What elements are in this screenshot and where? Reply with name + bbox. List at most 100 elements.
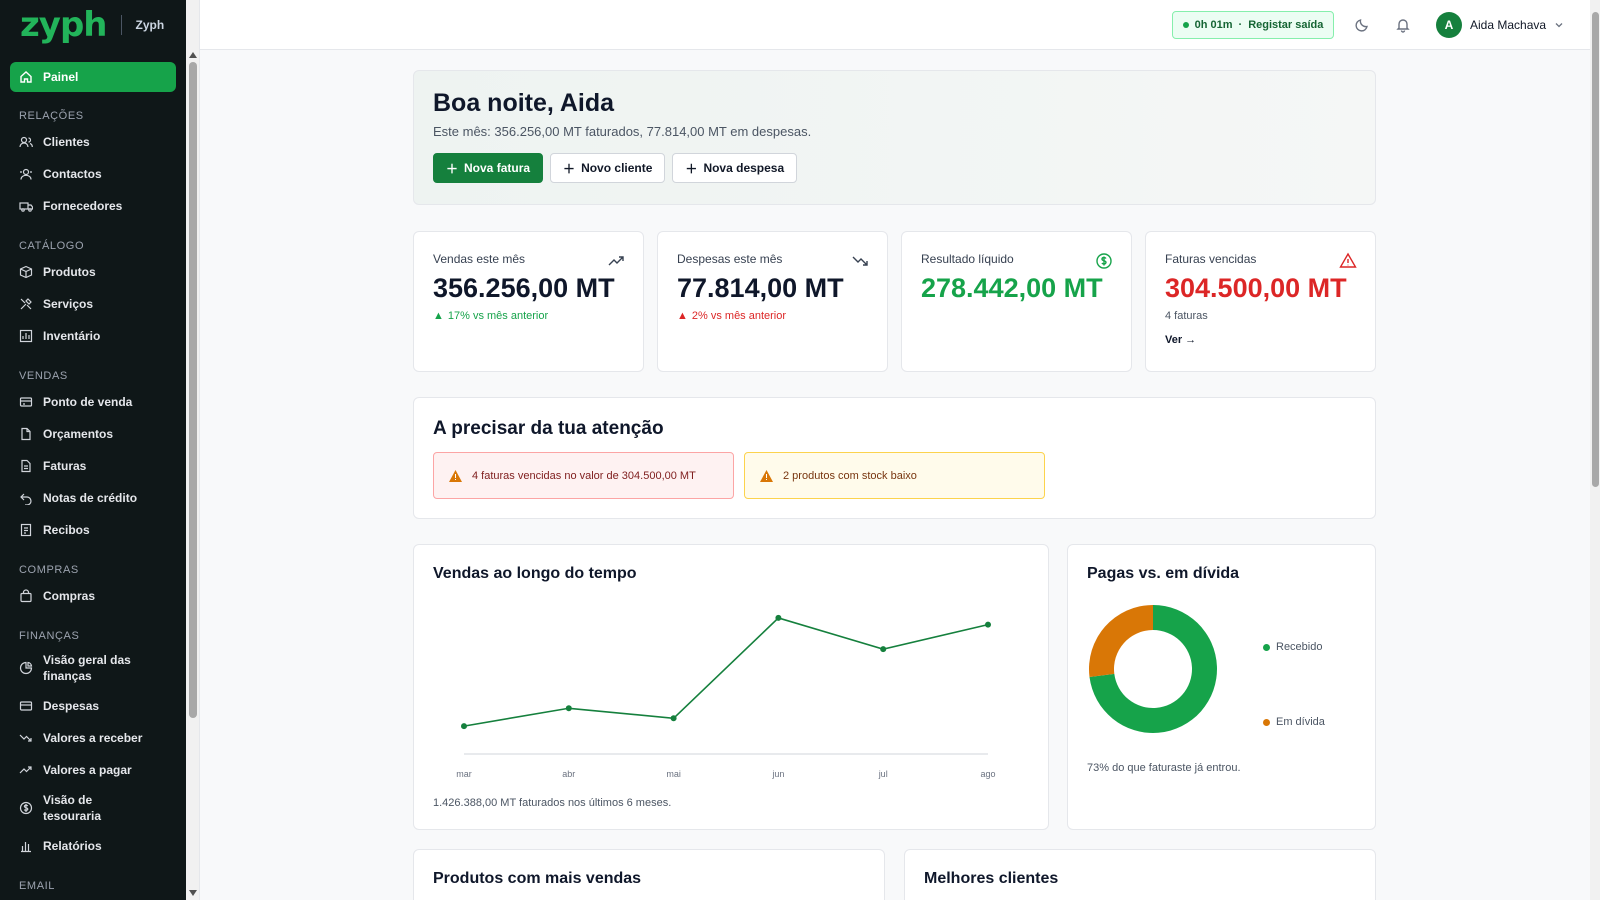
sidebar-item-compras[interactable]: Compras [10, 580, 176, 612]
page-title: Boa noite, Aida [433, 89, 615, 117]
users-icon [19, 135, 33, 149]
sidebar-item-visao-de-tesouraria[interactable]: Visão de tesouraria [10, 786, 176, 830]
dollar-circle-icon [1096, 253, 1112, 269]
timer-separator: · [1238, 19, 1243, 31]
data-point-mar[interactable] [461, 723, 467, 730]
sidebar-item-ponto-de-venda[interactable]: Ponto de venda [10, 386, 176, 418]
card-title: Melhores clientes [924, 870, 1059, 887]
sidebar-item-fornecedores[interactable]: Fornecedores [10, 190, 176, 222]
kpi-delta: ▲ 17% vs mês anterior [433, 310, 624, 322]
data-point-abr[interactable] [565, 705, 572, 712]
low-stock-alert[interactable]: 2 produtos com stock baixo [744, 452, 1045, 499]
sidebar-item-inventario[interactable]: Inventário [10, 320, 176, 352]
sales-series-line [463, 617, 989, 727]
trend-up-icon [19, 763, 33, 777]
sidebar-item-recibos[interactable]: Recibos [10, 514, 176, 546]
receipt-icon [19, 523, 33, 537]
kpi-value: 77.814,00 MT [677, 273, 844, 303]
overdue-invoices-alert[interactable]: 4 faturas vencidas no valor de 304.500,0… [433, 452, 734, 499]
sidebar-item-contactos[interactable]: Contactos [10, 158, 176, 190]
triangle-up-icon: ▲ [433, 310, 444, 322]
sidebar-item-visao-geral-das-financas[interactable]: Visão geral das finanças [10, 646, 176, 690]
sidebar-item-label: Inventário [43, 329, 101, 343]
invoice-icon [19, 459, 33, 473]
warning-icon [449, 469, 462, 482]
sidebar-nav: Painel RELAÇÕES Clientes Contactos Forneced… [0, 50, 186, 900]
workspace-name: Zyph [135, 18, 165, 32]
sidebar-item-produtos[interactable]: Produtos [10, 256, 176, 288]
main-scrollbar[interactable] [1590, 0, 1600, 900]
card-title: Produtos com mais vendas [433, 870, 642, 887]
x-tick-label: mai [666, 769, 681, 779]
kpi-sales-card[interactable]: Vendas este mês 356.256,00 MT ▲ 17% vs mê… [413, 231, 644, 372]
button-label: Novo cliente [581, 161, 653, 175]
sidebar: zyph Zyph Painel RELAÇÕES Clientes Contact… [0, 0, 186, 900]
legend-dot [1263, 643, 1270, 651]
sidebar-item-faturas[interactable]: Faturas [10, 450, 176, 482]
new-expense-button[interactable]: ＋ Nova despesa [672, 153, 798, 183]
legend-paid: Recebido [1263, 641, 1322, 653]
timer-action: Registar saída [1248, 19, 1324, 31]
sidebar-item-label: Clientes [43, 135, 90, 149]
sidebar-section-relacoes: RELAÇÕES [19, 110, 84, 122]
sidebar-item-label: Fornecedores [43, 199, 123, 213]
data-point-mai[interactable] [670, 715, 677, 722]
top-products-card: Produtos com mais vendas [413, 849, 885, 900]
time-tracker-button[interactable]: 0h 01m · Registar saída [1172, 11, 1334, 39]
kpi-expenses-card[interactable]: Despesas este mês 77.814,00 MT ▲ 2% vs mê… [657, 231, 888, 372]
moon-icon [1355, 19, 1368, 32]
sidebar-item-painel[interactable]: Painel [10, 62, 176, 92]
kpi-value: 304.500,00 MT [1165, 273, 1347, 303]
sidebar-scrollbar-thumb[interactable] [189, 62, 197, 718]
chart-title: Pagas vs. em dívida [1087, 565, 1240, 582]
sidebar-item-valores-a-receber[interactable]: Valores a receber [10, 722, 176, 754]
sidebar-scrollbar[interactable] [186, 0, 200, 900]
donut-slice-em-d-vida[interactable] [1089, 605, 1153, 678]
sidebar-section-vendas: VENDAS [19, 370, 68, 382]
sidebar-item-label: Produtos [43, 265, 96, 279]
sidebar-item-notas-de-credito[interactable]: Notas de crédito [10, 482, 176, 514]
box-icon [19, 265, 33, 279]
x-tick-label: ago [980, 769, 995, 779]
new-invoice-button[interactable]: ＋ Nova fatura [433, 153, 544, 183]
theme-toggle-button[interactable] [1353, 16, 1371, 34]
legend-dot [1263, 718, 1270, 726]
view-overdue-link[interactable]: Ver → [1165, 334, 1356, 346]
kpi-net-result-card[interactable]: Resultado líquido 278.442,00 MT [901, 231, 1132, 372]
scroll-down-arrow-icon[interactable] [189, 890, 197, 896]
new-client-button[interactable]: ＋ Novo cliente [550, 153, 666, 183]
x-tick-label: abr [562, 769, 575, 779]
main-scrollbar-thumb[interactable] [1592, 12, 1599, 487]
notifications-button[interactable] [1394, 16, 1412, 34]
sidebar-item-label: Recibos [43, 523, 90, 537]
data-point-jul[interactable] [880, 646, 887, 653]
sidebar-item-orcamentos[interactable]: Orçamentos [10, 418, 176, 450]
avatar: A [1436, 12, 1462, 38]
sidebar-item-email[interactable]: Email [10, 896, 176, 900]
zyph-logo[interactable]: zyph [20, 8, 107, 42]
sidebar-item-label: Valores a receber [43, 731, 143, 745]
bell-icon [1396, 19, 1410, 33]
sidebar-item-servicos[interactable]: Serviços [10, 288, 176, 320]
top-clients-card: Melhores clientes [904, 849, 1376, 900]
data-point-ago[interactable] [985, 621, 991, 628]
sidebar-item-relatorios[interactable]: Relatórios [10, 830, 176, 862]
sidebar-item-label: Visão geral das finanças [43, 653, 131, 683]
sidebar-section-email: EMAIL [19, 880, 56, 892]
x-tick-label: jul [878, 769, 888, 779]
kpi-label: Resultado líquido [921, 252, 1014, 266]
attention-panel: A precisar da tua atenção 4 faturas venc… [413, 397, 1376, 519]
alert-text: 4 faturas vencidas no valor de 304.500,0… [472, 469, 696, 482]
brand[interactable]: zyph Zyph [0, 0, 186, 50]
sidebar-item-clientes[interactable]: Clientes [10, 126, 176, 158]
scroll-up-arrow-icon[interactable] [189, 52, 197, 58]
kpi-overdue-card[interactable]: Faturas vencidas 304.500,00 MT 4 faturas… [1145, 231, 1376, 372]
paid-vs-owed-card: Pagas vs. em dívida Recebido Em dívida 7… [1067, 544, 1376, 830]
sidebar-item-valores-a-pagar[interactable]: Valores a pagar [10, 754, 176, 786]
sidebar-item-despesas[interactable]: Despesas [10, 690, 176, 722]
file-icon [19, 427, 33, 441]
user-menu[interactable]: A Aida Machava [1436, 12, 1564, 38]
data-point-jun[interactable] [775, 614, 782, 621]
bars-icon [19, 839, 33, 853]
kpi-delta-text: 2% vs mês anterior [691, 310, 787, 322]
